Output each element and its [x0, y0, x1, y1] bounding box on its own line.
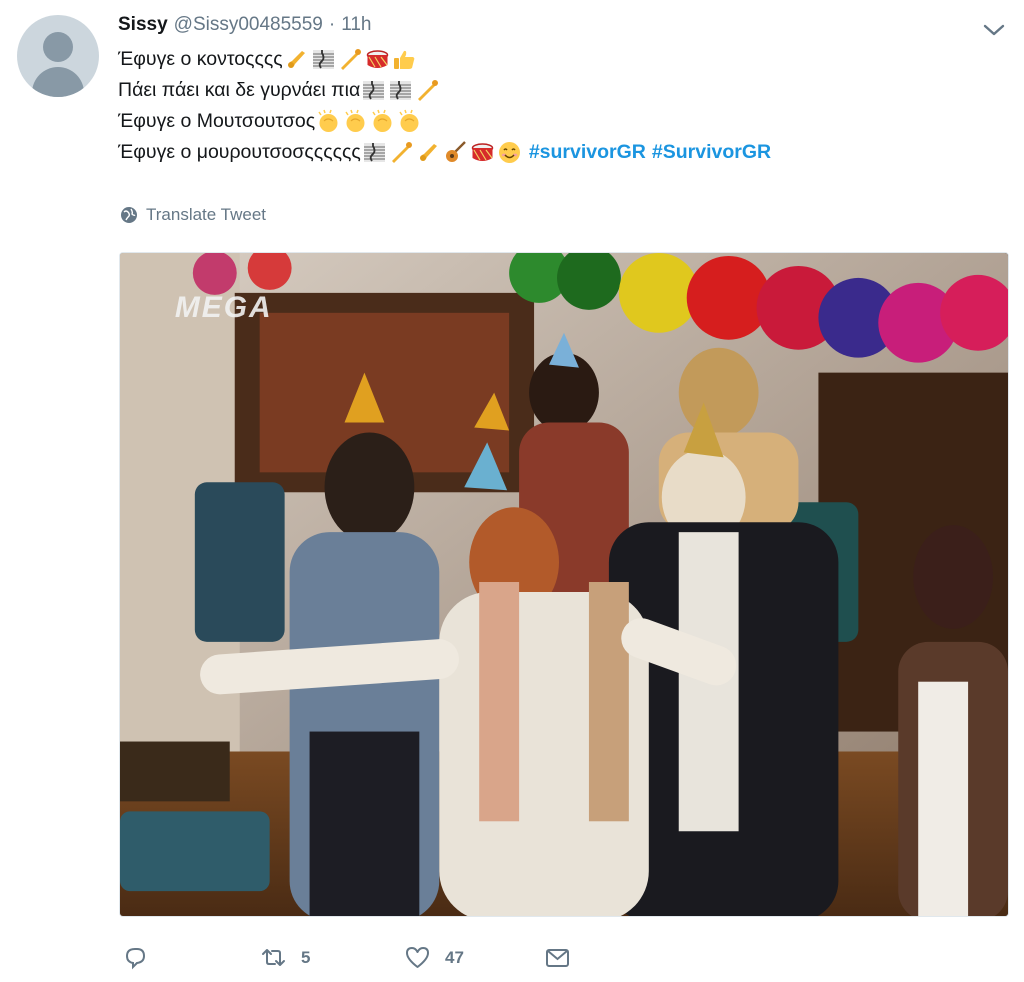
retweet-icon [262, 949, 285, 966]
clapping-hands-icon [343, 109, 368, 134]
video-frame-image: MEGA [120, 253, 1008, 916]
musical-score-icon [311, 47, 336, 72]
reply-button[interactable] [122, 944, 163, 971]
trumpet-icon [389, 140, 414, 165]
clapping-hands-icon [370, 109, 395, 134]
tv-watermark: MEGA [175, 291, 273, 324]
hashtag-link[interactable]: #survivorGR [529, 137, 646, 168]
trumpet-icon [338, 47, 363, 72]
display-name[interactable]: Sissy [118, 14, 168, 36]
drum-icon [365, 47, 390, 72]
chevron-down-icon[interactable] [982, 20, 1006, 40]
tweet-line: Έφυγε ο κοντοςςςς [118, 44, 771, 75]
user-handle[interactable]: @Sissy00485559 [174, 14, 323, 36]
hashtag-link[interactable]: #SurvivorGR [652, 137, 771, 168]
retweet-button[interactable]: 5 [260, 944, 310, 971]
heart-icon [406, 947, 429, 968]
tweet-media-video[interactable]: MEGA [119, 252, 1009, 917]
musical-score-icon [388, 78, 413, 103]
clapping-hands-icon [316, 109, 341, 134]
thumbs-up-icon [392, 47, 417, 72]
tweet-line: Πάει πάει και δε γυρνάει πια [118, 75, 771, 106]
like-button[interactable]: 47 [404, 944, 464, 971]
avatar[interactable] [17, 15, 99, 97]
smiling-face-icon [497, 140, 522, 165]
retweet-count: 5 [301, 947, 311, 967]
tweet-header: Sissy @Sissy00485559 · 11h [118, 14, 372, 40]
separator-dot: · [328, 14, 336, 35]
tweet-line-text: Έφυγε ο μουρουτσοσςςςςςς [118, 141, 361, 163]
tweet-line-text: Πάει πάει και δε γυρνάει πια [118, 79, 361, 101]
tweet-line-text: Έφυγε ο κοντοςςςς [118, 48, 283, 70]
envelope-icon [546, 949, 569, 967]
trumpet-icon [415, 78, 440, 103]
globe-icon [121, 207, 137, 223]
tweet-line: Έφυγε ο μουρουτσοσςςςςςς #survivorGR #Su… [118, 137, 771, 168]
translate-tweet-link[interactable]: Translate Tweet [120, 205, 266, 225]
musical-score-icon [361, 78, 386, 103]
reply-icon [125, 948, 146, 970]
avatar-placeholder-body [32, 67, 84, 97]
guitar-icon [443, 140, 468, 165]
like-count: 47 [445, 947, 464, 967]
direct-message-button[interactable] [544, 944, 571, 971]
tweet-line: Έφυγε ο Μουτσουτσος [118, 106, 771, 137]
translate-label: Translate Tweet [146, 205, 267, 224]
tweet-line-text: Έφυγε ο Μουτσουτσος [118, 110, 316, 132]
clapping-hands-icon [397, 109, 422, 134]
saxophone-icon [416, 140, 441, 165]
saxophone-icon [284, 47, 309, 72]
musical-score-icon [362, 140, 387, 165]
tweet-text: Έφυγε ο κοντοςςςς Πάει πάει και δε γυρνά… [118, 44, 771, 168]
timestamp[interactable]: 11h [341, 14, 371, 36]
drum-icon [470, 140, 495, 165]
avatar-placeholder-head [43, 32, 73, 62]
